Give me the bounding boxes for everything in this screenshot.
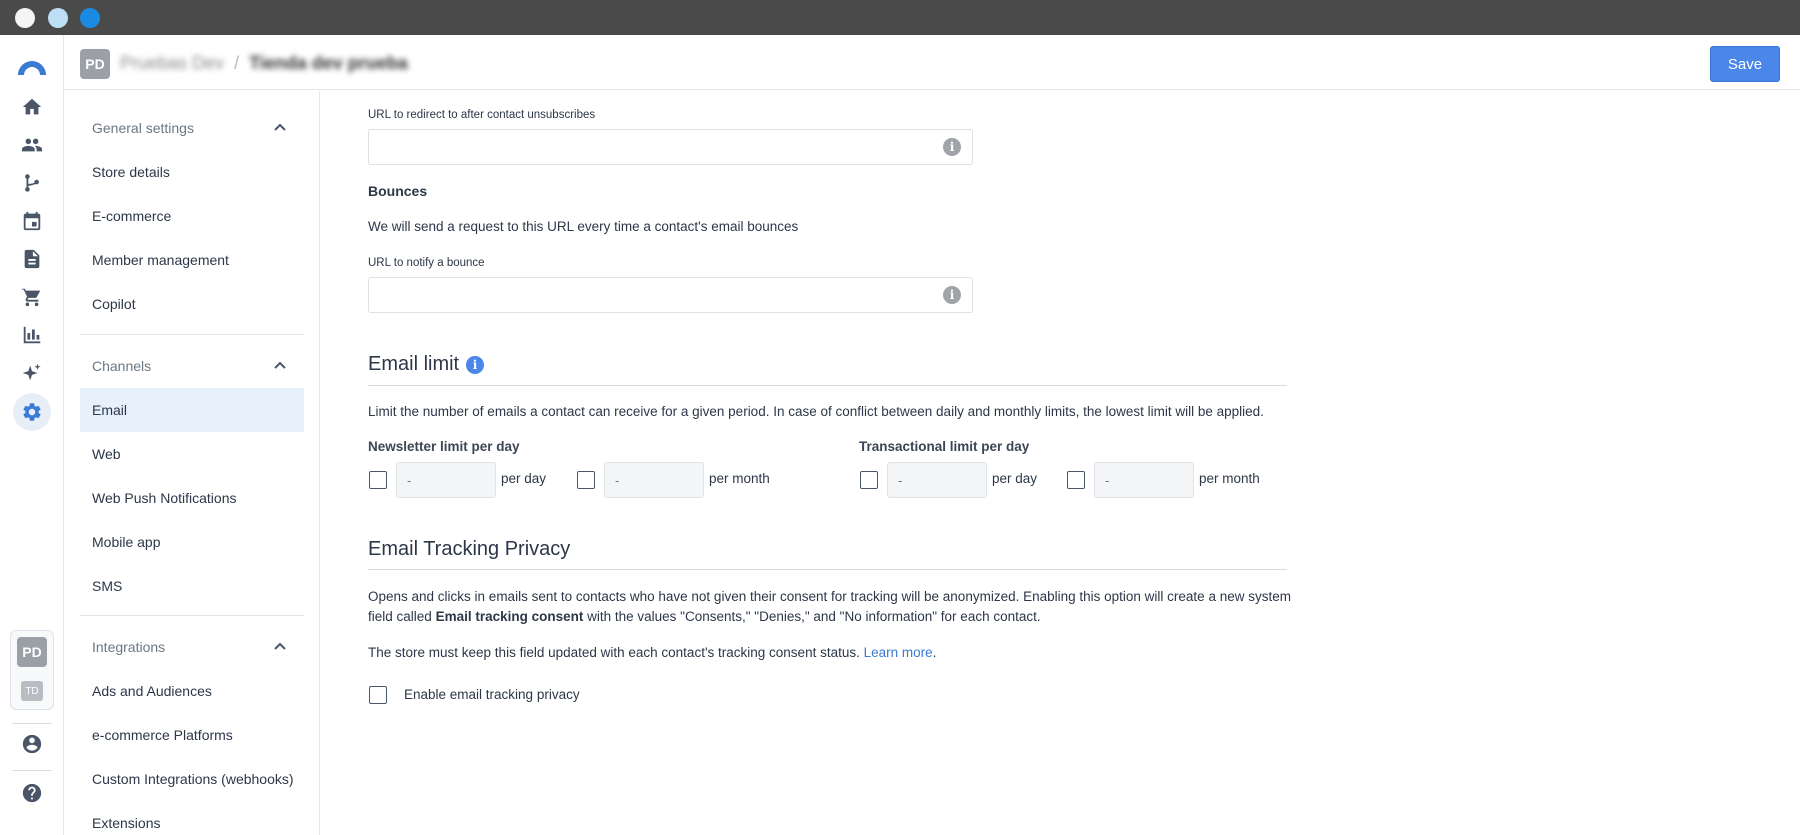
- tracking-desc-part: with the values "Consents," "Denies," an…: [587, 609, 1041, 624]
- enable-tracking-privacy-label[interactable]: Enable email tracking privacy: [404, 687, 580, 702]
- workspace-pd-avatar[interactable]: PD: [17, 637, 47, 667]
- unsubscribe-url-input[interactable]: [368, 129, 973, 165]
- sparkle-icon[interactable]: [20, 361, 44, 385]
- transactional-day-checkbox[interactable]: [860, 471, 878, 489]
- nav-group-general[interactable]: General settings: [80, 106, 304, 150]
- store-note-text: The store must keep this field updated w…: [368, 645, 860, 660]
- save-button[interactable]: Save: [1710, 46, 1780, 82]
- per-month-label: per month: [1199, 471, 1260, 486]
- cart-icon[interactable]: [20, 285, 44, 309]
- chevron-up-icon: [272, 358, 288, 374]
- breadcrumb-org[interactable]: Pruebas Dev: [120, 53, 224, 74]
- nav-item-email[interactable]: Email: [80, 388, 304, 432]
- per-day-label: per day: [501, 471, 547, 486]
- nav-item-ecommerce-platforms[interactable]: e-commerce Platforms: [80, 713, 304, 757]
- workspace-switcher: PD TD: [10, 630, 54, 710]
- transactional-day-input[interactable]: [887, 462, 987, 498]
- nav-item-web-push[interactable]: Web Push Notifications: [80, 476, 304, 520]
- breadcrumb-store: Tienda dev prueba: [249, 53, 408, 73]
- newsletter-limit-label: Newsletter limit per day: [368, 439, 520, 454]
- per-day-label: per day: [992, 471, 1038, 486]
- nav-group-label: Channels: [92, 358, 152, 374]
- document-icon[interactable]: [20, 247, 44, 271]
- window-minimize-button[interactable]: [48, 8, 68, 28]
- bounces-title: Bounces: [368, 183, 428, 199]
- nav-item-custom-integrations[interactable]: Custom Integrations (webhooks): [80, 757, 304, 801]
- nav-item-extensions[interactable]: Extensions: [80, 801, 304, 835]
- settings-icon[interactable]: [13, 393, 51, 431]
- nav-item-ads-audiences[interactable]: Ads and Audiences: [80, 669, 304, 713]
- transactional-month-checkbox[interactable]: [1067, 471, 1085, 489]
- rail-divider: [12, 723, 52, 724]
- icon-rail: PD TD: [0, 35, 64, 835]
- nav-group-label: Integrations: [92, 639, 166, 655]
- nav-item-mobile-app[interactable]: Mobile app: [80, 520, 304, 564]
- per-month-label: per month: [709, 471, 770, 486]
- calendar-icon[interactable]: [20, 209, 44, 233]
- transactional-limit-label: Transactional limit per day: [859, 439, 1030, 454]
- transactional-month-input[interactable]: [1094, 462, 1194, 498]
- window-titlebar: [0, 0, 1800, 35]
- flow-icon[interactable]: [20, 171, 44, 195]
- home-icon[interactable]: [20, 95, 44, 119]
- settings-sidebar: General settings Store details E-commerc…: [64, 91, 320, 835]
- chart-icon[interactable]: [20, 323, 44, 347]
- logo-icon[interactable]: [16, 53, 48, 77]
- window-close-button[interactable]: [15, 8, 35, 28]
- nav-divider: [80, 615, 304, 616]
- top-header: PD Pruebas Dev / Tienda dev prueba Save: [64, 35, 1800, 90]
- tracking-privacy-description: Opens and clicks in emails sent to conta…: [368, 587, 1298, 627]
- chevron-up-icon: [272, 639, 288, 655]
- store-note-period: .: [932, 645, 937, 660]
- newsletter-month-checkbox[interactable]: [577, 471, 595, 489]
- user-circle-icon[interactable]: [20, 732, 44, 756]
- nav-item-member-management[interactable]: Member management: [80, 238, 304, 282]
- nav-item-store-details[interactable]: Store details: [80, 150, 304, 194]
- main-content: URL to redirect to after contact unsubsc…: [321, 91, 1800, 835]
- newsletter-day-checkbox[interactable]: [369, 471, 387, 489]
- info-icon[interactable]: i: [943, 286, 961, 304]
- unsubscribe-url-label: URL to redirect to after contact unsubsc…: [368, 109, 596, 121]
- learn-more-link[interactable]: Learn more: [864, 645, 933, 660]
- nav-item-copilot[interactable]: Copilot: [80, 282, 304, 326]
- breadcrumb-separator: /: [234, 53, 240, 73]
- bounce-url-input[interactable]: [368, 277, 973, 313]
- tracking-privacy-title: Email Tracking Privacy: [368, 538, 571, 560]
- enable-tracking-privacy-checkbox[interactable]: [369, 686, 387, 704]
- contacts-icon[interactable]: [20, 133, 44, 157]
- newsletter-day-input[interactable]: [396, 462, 496, 498]
- nav-group-label: General settings: [92, 120, 194, 136]
- tracking-store-note: The store must keep this field updated w…: [368, 643, 936, 663]
- window-maximize-button[interactable]: [80, 8, 100, 28]
- nav-group-integrations[interactable]: Integrations: [80, 625, 304, 669]
- section-divider: [368, 569, 1287, 570]
- chevron-up-icon: [272, 120, 288, 136]
- newsletter-month-input[interactable]: [604, 462, 704, 498]
- info-icon[interactable]: i: [466, 356, 484, 374]
- breadcrumb: Pruebas Dev / Tienda dev prueba: [120, 53, 408, 74]
- nav-group-channels[interactable]: Channels: [80, 344, 304, 388]
- help-icon[interactable]: [20, 781, 44, 805]
- section-divider: [368, 385, 1287, 386]
- workspace-td-avatar[interactable]: TD: [21, 681, 43, 701]
- email-limit-title: Email limit: [368, 353, 460, 375]
- nav-item-sms[interactable]: SMS: [80, 564, 304, 608]
- tracking-field-name: Email tracking consent: [435, 609, 584, 624]
- nav-item-e-commerce[interactable]: E-commerce: [80, 194, 304, 238]
- info-icon[interactable]: i: [943, 138, 961, 156]
- email-limit-description: Limit the number of emails a contact can…: [368, 404, 1264, 419]
- rail-divider: [12, 770, 52, 771]
- nav-item-web[interactable]: Web: [80, 432, 304, 476]
- bounces-description: We will send a request to this URL every…: [368, 219, 799, 234]
- bounce-url-label: URL to notify a bounce: [368, 257, 485, 269]
- org-avatar[interactable]: PD: [80, 49, 110, 79]
- nav-divider: [80, 334, 304, 335]
